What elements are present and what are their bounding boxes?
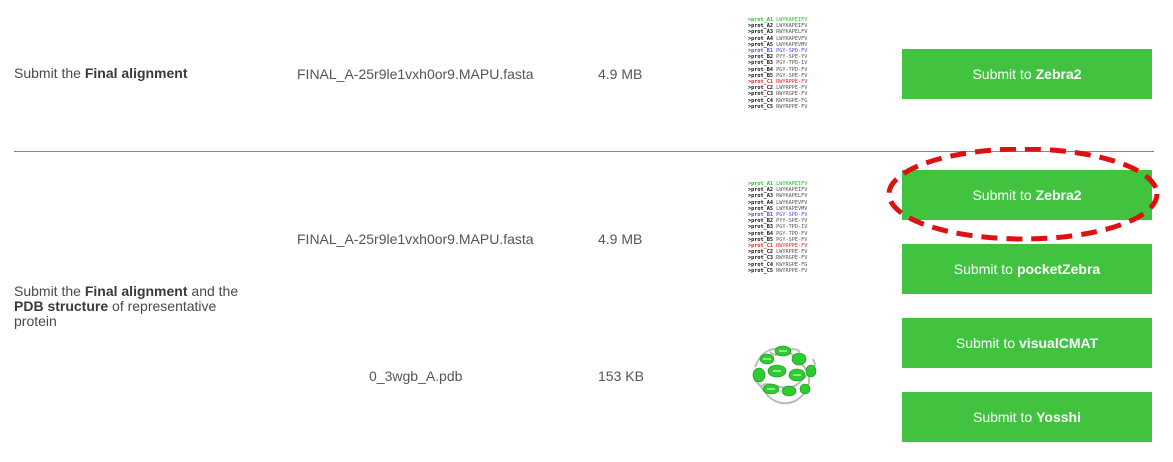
alignment-seq: LWYKAPEIFV [773,23,808,30]
alignment-seq-name: >prot_C3 [748,91,773,98]
row2-fasta-file-name: FINAL_A-25r9le1vxh0or9.MAPU.fasta [297,231,534,247]
btn-target: Zebra2 [1035,187,1082,203]
alignment-seq: RWYKAPELFV [773,29,808,36]
alignment-seq: PGY-SPE-FV [773,72,808,79]
alignment-seq: RWYRGPE-FV [773,91,808,98]
alignment-seq: LWYRPPE-FV [773,249,808,256]
btn-target: pocketZebra [1016,261,1101,277]
alignment-seq: RWYRPPE-FV [773,267,808,274]
alignment-seq: RWYKAPELFV [773,193,808,200]
alignment-seq: PGY-SPD-FV [773,48,808,55]
alignment-seq-name: >prot_B2 [748,218,773,225]
alignment-seq: RWYRPPE-FV [773,79,808,86]
row1-description: Submit the Final alignment [14,66,188,81]
submit-zebra2-button-2[interactable]: Submit to Zebra2 [902,170,1152,220]
alignment-seq: RWYRPPE-FV [773,243,808,250]
alignment-seq: LWYKAPEIFV [773,181,808,187]
alignment-seq: LWYKAPEVMV [773,205,808,212]
alignment-seq-name: >prot_A1 [748,181,773,187]
alignment-seq-name: >prot_A2 [748,187,773,194]
protein-structure-icon [752,345,817,405]
alignment-seq-name: >prot_C2 [748,85,773,92]
alignment-seq: PGY-TPD-FV [773,66,808,73]
alignment-line: >prot_C5 RWYRPPE-FV [748,104,807,110]
row-divider [14,151,1154,152]
submit-pocketzebra-button[interactable]: Submit to pocketZebra [902,244,1152,294]
alignment-seq-name: >prot_A5 [748,205,773,212]
alignment-seq: PGY-TPD-FV [773,230,808,237]
row2-description: Submit the Final alignment and the PDB s… [14,284,254,329]
row1-file-name: FINAL_A-25r9le1vxh0or9.MAPU.fasta [297,66,534,82]
alignment-seq-name: >prot_B5 [748,236,773,243]
alignment-seq-name: >prot_B3 [748,224,773,231]
alignment-seq: LWYKAPEVMV [773,41,808,48]
btn-prefix: Submit to [955,335,1016,351]
btn-prefix: Submit to [972,66,1032,82]
alignment-seq: PGY-TPD-IV [773,60,808,67]
submit-zebra2-button-1[interactable]: Submit to Zebra2 [902,49,1152,99]
alignment-seq: RWYRGPE-FV [773,255,808,262]
alignment-seq: RWYRPPE-FV [773,103,808,110]
alignment-seq-name: >prot_A3 [748,193,773,200]
desc-bold: PDB structure [14,298,109,314]
alignment-seq-name: >prot_B2 [748,54,773,61]
alignment-seq: LWYKAPEIFV [773,187,808,194]
alignment-seq-name: >prot_A3 [748,29,773,36]
alignment-seq-name: >prot_C2 [748,249,773,256]
submit-visualcmat-button[interactable]: Submit to visualCMAT [902,318,1152,368]
row2-pdb-file-size: 153 KB [598,368,644,384]
alignment-seq: PYY-SPE-YV [773,218,808,225]
desc-text: and the [191,283,239,299]
alignment-seq: PGY-SPD-FV [773,212,808,219]
alignment-thumbnail-1: >prot_A1 LWYKAPEIFV >prot_A2 LWYKAPEIFV >p… [748,17,807,110]
alignment-line: >prot_C5 RWYRPPE-FV [748,268,807,274]
alignment-seq-name: >prot_C5 [748,103,773,110]
row1-file-size: 4.9 MB [598,66,643,82]
alignment-seq-name: >prot_B4 [748,66,773,73]
alignment-seq: PGY-TPD-IV [773,224,808,231]
alignment-seq: PYY-SPE-YV [773,54,808,61]
desc-bold: Final alignment [84,283,188,299]
alignment-seq: LWYKAPEVFV [773,35,808,42]
alignment-seq: LWYRPPE-FV [773,85,808,92]
btn-target: Yosshi [1036,409,1081,425]
alignment-seq-name: >prot_A4 [748,199,773,206]
btn-prefix: Submit to [953,261,1013,277]
alignment-seq-name: >prot_C3 [748,255,773,262]
alignment-seq: KWYRGPE-FG [773,261,808,268]
btn-prefix: Submit to [972,187,1032,203]
alignment-seq-name: >prot_B1 [748,48,773,55]
desc-bold: Final alignment [84,65,188,81]
row2-pdb-file-name: 0_3wgb_A.pdb [369,368,463,384]
alignment-seq-name: >prot_B5 [748,72,773,79]
alignment-seq-name: >prot_A5 [748,41,773,48]
alignment-seq: LWYKAPEIFV [773,17,808,23]
submit-yosshi-button[interactable]: Submit to Yosshi [902,392,1152,442]
alignment-thumbnail-2: >prot_A1 LWYKAPEIFV >prot_A2 LWYKAPEIFV >p… [748,181,807,274]
alignment-seq-name: >prot_C5 [748,267,773,274]
desc-text: Submit the [14,283,81,299]
alignment-seq-name: >prot_C1 [748,79,773,86]
alignment-seq-name: >prot_A4 [748,35,773,42]
alignment-seq-name: >prot_B4 [748,230,773,237]
btn-target: Zebra2 [1035,66,1082,82]
alignment-seq: PGY-SPE-FV [773,236,808,243]
alignment-seq-name: >prot_A2 [748,23,773,30]
alignment-seq-name: >prot_B1 [748,212,773,219]
alignment-seq-name: >prot_A1 [748,17,773,23]
alignment-seq-name: >prot_B3 [748,60,773,67]
alignment-seq-name: >prot_C4 [748,97,773,104]
alignment-seq: KWYRGPE-FG [773,97,808,104]
btn-prefix: Submit to [972,409,1033,425]
alignment-seq-name: >prot_C4 [748,261,773,268]
desc-text: Submit the [14,65,81,81]
btn-target: visualCMAT [1019,335,1099,351]
alignment-seq: LWYKAPEVFV [773,199,808,206]
row2-fasta-file-size: 4.9 MB [598,231,643,247]
alignment-seq-name: >prot_C1 [748,243,773,250]
